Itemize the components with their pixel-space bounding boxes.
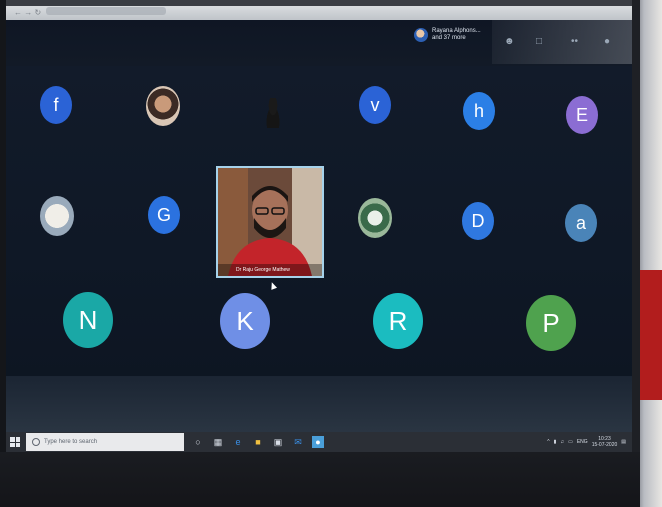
speaker-name: Dr Raju George Mathew: [236, 267, 290, 273]
tile-letter: E: [575, 104, 588, 125]
laptop-right-bezel: [632, 0, 640, 507]
tray-chevron-icon[interactable]: ^: [547, 439, 549, 445]
participant-tile-v[interactable]: v: [359, 86, 391, 124]
browser-address-bar[interactable]: ← → ↻: [6, 6, 632, 20]
tile-letter: D: [471, 210, 485, 231]
participant-tile-k[interactable]: K: [220, 293, 270, 349]
tray-battery-icon[interactable]: ▭: [568, 439, 573, 445]
participant-tile-e[interactable]: E: [566, 96, 598, 134]
participants-line1: Rayana Alphons...: [432, 28, 481, 34]
tile-letter: G: [156, 204, 171, 225]
participant-tile-d[interactable]: D: [462, 202, 494, 240]
participant-tile-a[interactable]: a: [565, 204, 597, 242]
search-placeholder: Type here to search: [44, 439, 98, 445]
tile-letter: h: [473, 100, 484, 121]
browser-url-field[interactable]: [46, 7, 166, 15]
system-tray: ^ ▮ ♫ ▭ ENG 10:23 15-07-2020 ▤: [547, 436, 626, 448]
participant-logo-tile[interactable]: [40, 196, 74, 236]
participant-tile-g[interactable]: G: [148, 196, 180, 234]
speaker-video-frame: [218, 168, 322, 276]
search-icon: [32, 438, 40, 446]
tray-language-icon[interactable]: ENG: [577, 439, 588, 445]
chrome-icon[interactable]: ●: [312, 436, 324, 448]
taskbar-search-box[interactable]: Type here to search: [26, 433, 184, 451]
participants-line2: and 37 more: [432, 35, 466, 41]
participant-dark-tile[interactable]: [263, 98, 283, 128]
participant-tile-f[interactable]: f: [40, 86, 72, 124]
participant-tile-h[interactable]: h: [463, 92, 495, 130]
photo-frame: ← → ↻ Rayana Alphons... and 37 more ☻ □ …: [0, 0, 662, 507]
browser-nav-icons[interactable]: ← → ↻: [14, 8, 41, 17]
participants-summary[interactable]: Rayana Alphons... and 37 more: [414, 28, 492, 42]
notification-icon[interactable]: ▤: [621, 439, 626, 445]
cortana-icon[interactable]: ○: [192, 436, 204, 448]
participant-photo-tile[interactable]: [146, 86, 180, 126]
participant-tile-r[interactable]: R: [373, 293, 423, 349]
chat-icon[interactable]: □: [536, 36, 542, 47]
tile-letter: f: [53, 94, 59, 115]
speaker-name-label: Dr Raju George Mathew: [218, 264, 322, 276]
tile-letter: a: [575, 212, 586, 233]
tile-letter: v: [370, 94, 380, 115]
mouse-cursor: [268, 281, 278, 290]
task-view-icon[interactable]: ▦: [212, 436, 224, 448]
participants-text: Rayana Alphons... and 37 more: [432, 28, 492, 42]
laptop-screen: ← → ↻ Rayana Alphons... and 37 more ☻ □ …: [6, 6, 632, 452]
tray-volume-icon[interactable]: ♫: [560, 439, 564, 445]
tray-clock[interactable]: 10:23 15-07-2020: [592, 436, 618, 448]
edge-icon[interactable]: e: [232, 436, 244, 448]
file-explorer-icon[interactable]: ■: [252, 436, 264, 448]
tile-letter: R: [388, 305, 408, 336]
participant-photo-tile-2[interactable]: [358, 198, 392, 238]
tile-letter: N: [78, 304, 98, 335]
tile-letter: K: [236, 305, 254, 336]
windows-start-icon[interactable]: [10, 437, 20, 447]
participant-avatar: [414, 28, 428, 42]
tile-letter: P: [542, 307, 560, 338]
mail-icon[interactable]: ✉: [292, 436, 304, 448]
people-icon[interactable]: ☻: [504, 36, 515, 47]
laptop-bottom-bezel: [0, 452, 640, 507]
tray-network-icon[interactable]: ▮: [554, 439, 557, 445]
windows-taskbar: Type here to search ○ ▦ e ■ ▣ ✉ ● ^ ▮ ♫ …: [6, 432, 632, 452]
meet-bottom-area: [6, 376, 632, 432]
active-speaker-video[interactable]: Dr Raju George Mathew: [216, 166, 324, 278]
participant-tile-n[interactable]: N: [63, 292, 113, 348]
participant-tile-p[interactable]: P: [526, 295, 576, 351]
store-icon[interactable]: ▣: [272, 436, 284, 448]
background-red-object: [640, 270, 662, 400]
clock-date: 15-07-2020: [591, 442, 618, 448]
time-indicator: ••: [571, 36, 579, 47]
user-avatar-icon[interactable]: ●: [604, 36, 610, 47]
